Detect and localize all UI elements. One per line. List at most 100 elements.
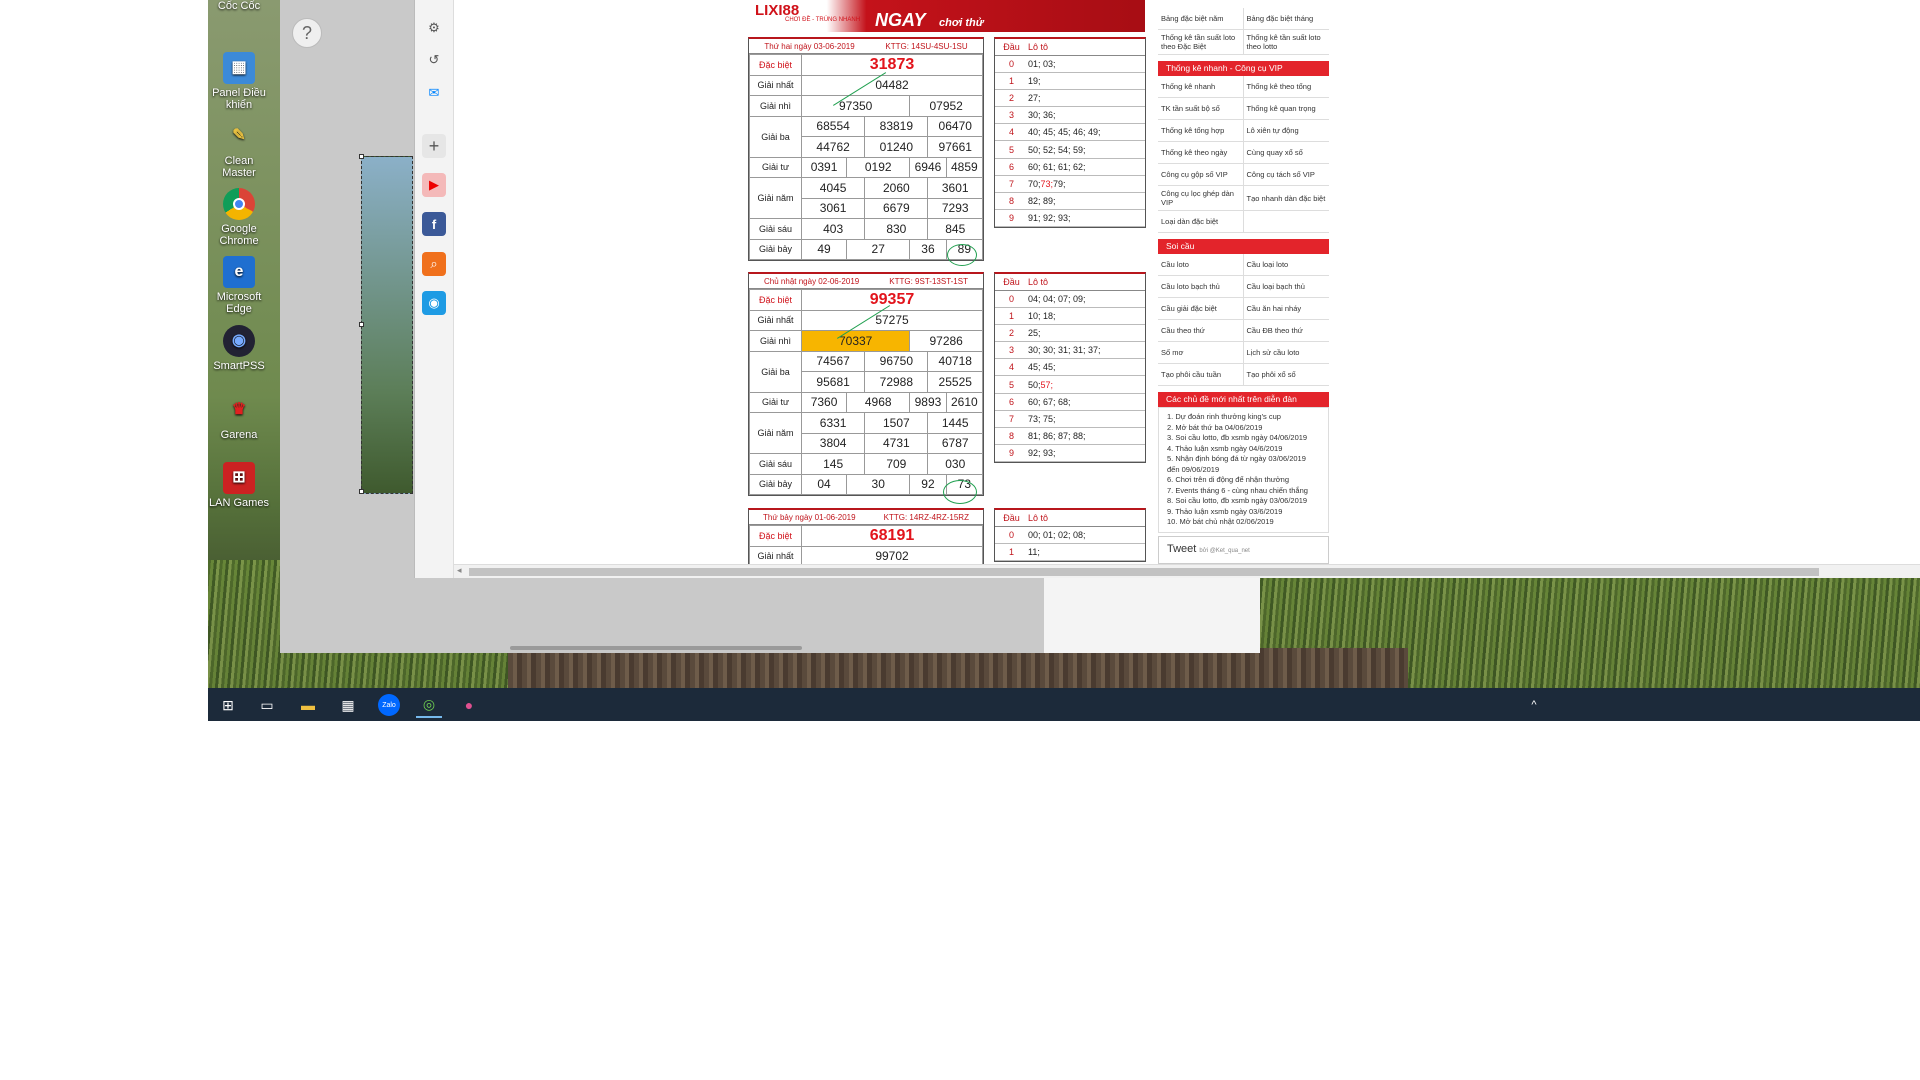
sidebar-link[interactable]: Cầu ăn hai nháy [1243, 298, 1329, 320]
sidebar-link[interactable]: Cầu ĐB theo thứ [1243, 320, 1329, 342]
sidebar-link[interactable]: TK tần suất bộ số [1158, 98, 1244, 120]
loto-row: 0 00; 01; 02; 08; [995, 527, 1145, 545]
annotation-circle [947, 244, 977, 266]
result-kttg: KTTG: 14SU-4SU-1SU [885, 41, 968, 51]
loto-row: 8 82; 89; [995, 193, 1145, 210]
store-icon[interactable]: ▦ [335, 692, 361, 718]
scrollbar-thumb[interactable] [469, 568, 1819, 576]
forum-item[interactable]: 2. Mở bát thứ ba 04/06/2019 [1167, 423, 1320, 434]
horizontal-scrollbar[interactable]: ◂ [454, 564, 1920, 578]
sidebar-link[interactable]: Cầu loại bạch thủ [1243, 276, 1329, 298]
sidebar-link[interactable]: Tạo phôi xổ số [1243, 364, 1329, 386]
sidebar-link[interactable]: Thống kê tổng hợp [1158, 120, 1244, 142]
forum-item[interactable]: 9. Thảo luận xsmb ngày 03/6/2019 [1167, 507, 1320, 518]
history-icon[interactable]: ↺ [422, 48, 446, 72]
sidebar-link[interactable]: Thống kê tần suất loto theo Đặc Biệt [1158, 30, 1244, 55]
desktop-icon-chrome[interactable]: Google Chrome [208, 188, 270, 247]
forum-item[interactable]: 10. Mở bát chủ nhật 02/06/2019 [1167, 517, 1320, 528]
sidebar-link[interactable]: Tạo nhanh dàn đặc biệt [1243, 186, 1329, 211]
file-explorer-icon[interactable]: ▬ [295, 692, 321, 718]
sidebar-link[interactable]: Lịch sử cầu loto [1243, 342, 1329, 364]
task-view-icon[interactable]: ▭ [254, 692, 280, 718]
coccoc-taskbar-icon[interactable]: ◎ [416, 692, 442, 718]
tweet-widget[interactable]: Tweet bởi @Ket_qua_net [1158, 536, 1329, 564]
loto-row: 0 01; 03; [995, 56, 1145, 74]
chevron-up-icon[interactable]: ^ [1521, 692, 1547, 718]
messenger-icon[interactable]: ✉ [422, 81, 446, 105]
prize-cell: 4045 [800, 177, 866, 199]
sidebar-link[interactable]: Cùng quay xổ số [1243, 142, 1329, 164]
maps-icon[interactable]: ● [456, 692, 482, 718]
ad-banner[interactable]: LIXI88 CHƠI ĐỀ - TRÚNG NHANH NGAY chơi t… [747, 0, 1145, 32]
settings-icon[interactable]: ⚙ [422, 16, 446, 40]
sidebar-link[interactable]: Công cụ lọc ghép dàn VIP [1158, 186, 1244, 211]
scroll-left-icon[interactable]: ◂ [457, 565, 462, 576]
sidebar-link[interactable]: Cầu loto [1158, 254, 1244, 276]
sidebar-link[interactable]: Lô xiên tự động [1243, 120, 1329, 142]
sidebar-link[interactable]: Cầu giải đặc biệt [1158, 298, 1244, 320]
desktop-icon-label: Panel Điều khiển [212, 87, 266, 111]
windows-start-icon[interactable]: ⊞ [215, 692, 241, 718]
forum-title: Các chủ đề mới nhất trên diễn đàn [1158, 392, 1329, 407]
resize-handle[interactable] [359, 489, 364, 494]
zalo-icon[interactable]: Zalo [378, 694, 400, 716]
desktop-icon-control-panel[interactable]: ▦ Panel Điều khiển [208, 52, 270, 111]
desktop-icon-garena[interactable]: ♛ Garena [208, 394, 270, 442]
label-dac-biet: Đặc biệt [749, 54, 802, 76]
forum-item[interactable]: 1. Dự đoán rinh thưởng king's cup [1167, 412, 1320, 423]
gray-window-scrollbar[interactable] [510, 646, 802, 650]
loto-row: 1 10; 18; [995, 308, 1145, 326]
sidebar-link[interactable]: Cầu loại loto [1243, 254, 1329, 276]
forum-item[interactable]: 4. Thảo luận xsmb ngày 04/6/2019 [1167, 444, 1320, 455]
sidebar-link[interactable]: Số mơ [1158, 342, 1244, 364]
dac-biet-value: 31873 [801, 54, 983, 76]
forum-item[interactable]: 5. Nhận định bóng đá từ ngày 03/06/2019 … [1167, 454, 1320, 475]
forum-item[interactable]: 8. Soi cầu lotto, đb xsmb ngày 03/06/201… [1167, 496, 1320, 507]
sidebar-link[interactable]: Thống kê tần suất loto theo lotto [1243, 30, 1329, 55]
result-kttg: KTTG: 9ST-13ST-1ST [889, 276, 968, 286]
sidebar-link[interactable]: Cầu theo thứ [1158, 320, 1244, 342]
label-giai-nam: Giải năm [749, 177, 802, 219]
loto-row: 6 60; 61; 61; 62; [995, 159, 1145, 176]
prize-cell: 27 [846, 238, 911, 260]
forum-item[interactable]: 6. Chơi trên di động để nhận thưởng [1167, 475, 1320, 486]
desktop-icon-clean-master[interactable]: ✎ Clean Master [208, 120, 270, 180]
prize-cell: 4968 [846, 391, 911, 413]
prize-cell: 4859 [945, 156, 984, 178]
sidebar-link[interactable]: Thống kê nhanh [1158, 76, 1244, 98]
desktop-icon-lan-games[interactable]: ⊞ LAN Games [208, 462, 270, 509]
sidebar-link[interactable]: Bảng đặc biệt tháng [1243, 8, 1329, 30]
sidebar-link[interactable]: Thống kê quan trọng [1243, 98, 1329, 120]
sidebar-link[interactable]: Thống kê theo tổng [1243, 76, 1329, 98]
sidebar-link[interactable]: Công cụ gộp số VIP [1158, 164, 1244, 186]
desktop-icon-edge[interactable]: e Microsoft Edge [208, 256, 270, 315]
prize-cell: 01240 [864, 136, 929, 158]
sidebar-link[interactable]: Công cụ tách số VIP [1243, 164, 1329, 186]
search-icon[interactable]: ⌕ [422, 252, 446, 276]
resize-handle[interactable] [359, 322, 364, 327]
prize-cell: 44762 [800, 136, 866, 158]
forum-item[interactable]: 3. Soi cầu lotto, đb xsmb ngày 04/06/201… [1167, 433, 1320, 444]
result-date: Thứ bảy ngày 01-06-2019 [763, 512, 856, 522]
sidebar-link[interactable]: Bảng đặc biệt năm [1158, 8, 1244, 30]
wallpaper-path [508, 648, 1408, 688]
desktop-icon-coccoc[interactable]: Cốc Cốc [208, 0, 270, 12]
add-icon[interactable]: + [422, 134, 446, 158]
desktop-icon-label: Clean Master [222, 155, 256, 179]
prize-cell: 68554 [800, 115, 866, 137]
media-player-icon[interactable]: ◉ [422, 291, 446, 315]
result-date: Chủ nhật ngày 02-06-2019 [764, 276, 860, 286]
loto-row: 7 70; 73; 79; [995, 176, 1145, 193]
forum-item[interactable]: 7. Events tháng 6 - cùng nhau chiến thắn… [1167, 486, 1320, 497]
desktop-icon-smartpss[interactable]: ◉ SmartPSS [208, 325, 270, 372]
sidebar-link[interactable]: Cầu loto bạch thủ [1158, 276, 1244, 298]
sidebar-empty [1243, 211, 1329, 233]
youtube-icon[interactable]: ▶ [422, 173, 446, 197]
screenshot-thumbnail[interactable] [359, 154, 413, 494]
help-button[interactable]: ? [292, 18, 322, 48]
sidebar-link[interactable]: Loại dàn đặc biệt [1158, 211, 1244, 233]
sidebar-link[interactable]: Tạo phôi cầu tuần [1158, 364, 1244, 386]
facebook-icon[interactable]: f [422, 212, 446, 236]
sidebar-link[interactable]: Thống kê theo ngày [1158, 142, 1244, 164]
resize-handle[interactable] [359, 154, 364, 159]
